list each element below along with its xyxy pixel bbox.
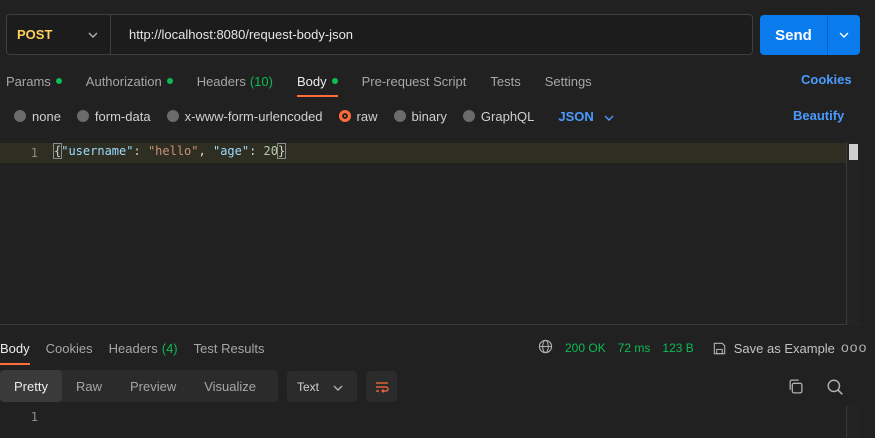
view-preview[interactable]: Preview	[116, 370, 190, 402]
tab-label: Pre-request Script	[361, 73, 467, 89]
method-label: POST	[17, 27, 53, 42]
radio-selected-icon	[338, 110, 351, 122]
tab-label: Params	[6, 73, 51, 89]
request-tabs: Params Authorization Headers (10) Body Pr…	[6, 70, 616, 97]
radio-icon	[14, 110, 26, 122]
body-type-radios: none form-data x-www-form-urlencoded raw…	[14, 107, 614, 125]
json-key: "age"	[212, 144, 250, 158]
tab-test-results[interactable]: Test Results	[194, 339, 265, 357]
view-visualize[interactable]: Visualize	[190, 370, 270, 402]
tab-response-body[interactable]: Body	[0, 339, 30, 365]
tab-label: Tests	[490, 73, 521, 89]
status-dot-icon	[55, 78, 62, 84]
tab-label: Cookies	[45, 340, 93, 356]
radio-label: binary	[411, 108, 447, 124]
copy-icon[interactable]	[787, 378, 804, 398]
url-bar: POST	[6, 14, 753, 55]
beautify-button[interactable]: Beautify	[793, 108, 844, 123]
tab-label: Headers	[108, 340, 158, 356]
line-number: 1	[30, 410, 38, 424]
radio-label: raw	[356, 108, 378, 124]
radio-icon	[166, 110, 179, 122]
search-icon[interactable]	[826, 378, 844, 399]
tab-body[interactable]: Body	[296, 72, 338, 97]
status-dot-icon	[166, 78, 173, 84]
radio-raw[interactable]: raw	[338, 108, 378, 124]
tab-label: Body	[0, 340, 30, 356]
response-time[interactable]: 72 ms	[618, 341, 651, 355]
chevron-down-icon	[88, 29, 110, 41]
save-as-example-button[interactable]: Save as Example	[712, 341, 835, 356]
radio-label: GraphQL	[480, 108, 535, 124]
tab-response-headers[interactable]: Headers (4)	[109, 339, 178, 357]
format-select[interactable]: JSON	[558, 108, 614, 124]
send-options-chevron-icon[interactable]	[828, 15, 860, 55]
editor-scrollbar[interactable]	[846, 142, 859, 325]
brace: }	[276, 143, 287, 159]
tab-authorization[interactable]: Authorization	[86, 72, 173, 90]
cookies-link[interactable]: Cookies	[801, 72, 852, 87]
json-value: 20	[263, 144, 278, 158]
status-dot-icon	[331, 78, 338, 84]
wrap-lines-button[interactable]	[366, 371, 397, 402]
save-label: Save as Example	[733, 340, 835, 356]
scrollbar-thumb[interactable]	[849, 144, 858, 160]
save-icon	[713, 342, 725, 354]
tab-label: Headers	[196, 73, 246, 89]
chevron-down-icon	[333, 380, 343, 394]
code-line[interactable]: {"username": "hello", "age": 20}	[52, 143, 287, 159]
url-input[interactable]	[111, 15, 752, 54]
radio-form-data[interactable]: form-data	[76, 108, 151, 124]
radio-graphql[interactable]: GraphQL	[462, 108, 535, 124]
tab-label: Body	[296, 73, 327, 89]
request-body-editor[interactable]: 1 {"username": "hello", "age": 20}	[0, 142, 860, 325]
tab-label: Settings	[544, 73, 592, 89]
radio-none[interactable]: none	[14, 109, 61, 124]
chevron-down-icon	[604, 109, 614, 124]
format-label: JSON	[558, 108, 594, 124]
radio-icon	[76, 110, 89, 122]
response-scrollbar[interactable]	[846, 406, 859, 438]
view-raw[interactable]: Raw	[62, 370, 116, 402]
tab-params[interactable]: Params	[6, 72, 62, 90]
send-button-group: Send	[760, 15, 860, 55]
status-code[interactable]: 200 OK	[565, 341, 606, 355]
tab-label: Test Results	[193, 340, 265, 356]
radio-x-www-form-urlencoded[interactable]: x-www-form-urlencoded	[166, 108, 323, 124]
headers-count: (10)	[249, 73, 273, 89]
globe-icon[interactable]	[538, 339, 553, 357]
response-size[interactable]: 123 B	[662, 341, 693, 355]
radio-label: form-data	[94, 108, 151, 124]
more-options-icon[interactable]: ooo	[841, 339, 867, 355]
method-select[interactable]: POST	[7, 15, 111, 54]
tab-tests[interactable]: Tests	[490, 72, 520, 90]
line-number: 1	[30, 146, 38, 160]
tab-response-cookies[interactable]: Cookies	[46, 339, 93, 357]
radio-icon	[462, 110, 475, 122]
response-format-select[interactable]: Text	[287, 371, 357, 402]
tab-settings[interactable]: Settings	[545, 72, 592, 90]
headers-count: (4)	[161, 340, 178, 356]
radio-label: x-www-form-urlencoded	[184, 108, 323, 124]
tab-headers[interactable]: Headers (10)	[197, 72, 273, 90]
radio-label: none	[32, 108, 61, 124]
wrap-icon	[375, 381, 389, 393]
json-key: "username"	[61, 144, 134, 158]
response-meta: 200 OK 72 ms 123 B Save as Example	[538, 339, 835, 357]
tab-label: Authorization	[85, 73, 162, 89]
tab-pre-request-script[interactable]: Pre-request Script	[362, 72, 467, 90]
radio-icon	[393, 110, 406, 122]
format-label: Text	[297, 379, 320, 394]
response-tabs: Body Cookies Headers (4) Test Results	[0, 339, 280, 365]
response-view-tabs: Pretty Raw Preview Visualize	[0, 370, 278, 402]
send-button[interactable]: Send	[760, 15, 828, 55]
view-pretty[interactable]: Pretty	[0, 370, 62, 402]
json-value: "hello"	[147, 144, 199, 158]
radio-binary[interactable]: binary	[393, 108, 447, 124]
